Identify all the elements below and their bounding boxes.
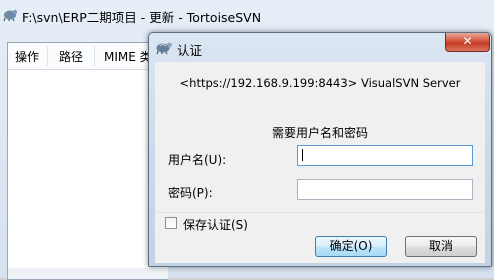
column-action[interactable]: 操作	[15, 48, 39, 65]
dialog-body: <https://192.168.9.199:8443> VisualSVN S…	[155, 62, 485, 212]
username-label: 用户名(U):	[168, 153, 227, 167]
update-action-list[interactable]: 操作 路径 MIME 类型	[7, 42, 168, 280]
password-field[interactable]	[297, 179, 473, 200]
username-field[interactable]	[297, 145, 473, 166]
cancel-button[interactable]: 取消	[405, 236, 477, 257]
auth-prompt: 需要用户名和密码	[271, 126, 368, 140]
text-caret	[302, 149, 303, 161]
close-button[interactable]: ✕	[445, 33, 490, 52]
tortoisesvn-icon	[3, 9, 18, 22]
dialog-footer: 保存认证(S) 确定(O) 取消	[155, 212, 485, 263]
list-header: 操作 路径 MIME 类型	[8, 43, 168, 70]
tortoisesvn-icon	[156, 42, 172, 55]
ok-button[interactable]: 确定(O)	[315, 236, 387, 257]
auth-dialog: 认证 ✕ <https://192.168.9.199:8443> Visual…	[148, 32, 492, 267]
dialog-title: 认证	[177, 43, 203, 58]
auth-realm: <https://192.168.9.199:8443> VisualSVN S…	[179, 76, 461, 90]
update-window-titlebar: F:\svn\ERP二期项目 - 更新 - TortoiseSVN	[0, 0, 494, 34]
list-footer	[8, 268, 168, 279]
save-auth-label[interactable]: 保存认证(S)	[183, 216, 248, 233]
password-label: 密码(P):	[168, 186, 213, 200]
column-divider[interactable]	[47, 46, 48, 66]
column-path[interactable]: 路径	[59, 48, 83, 65]
save-auth-checkbox[interactable]	[165, 217, 177, 229]
username-field-wrap	[297, 145, 473, 166]
update-window-title: F:\svn\ERP二期项目 - 更新 - TortoiseSVN	[22, 10, 262, 25]
column-divider[interactable]	[94, 46, 95, 66]
